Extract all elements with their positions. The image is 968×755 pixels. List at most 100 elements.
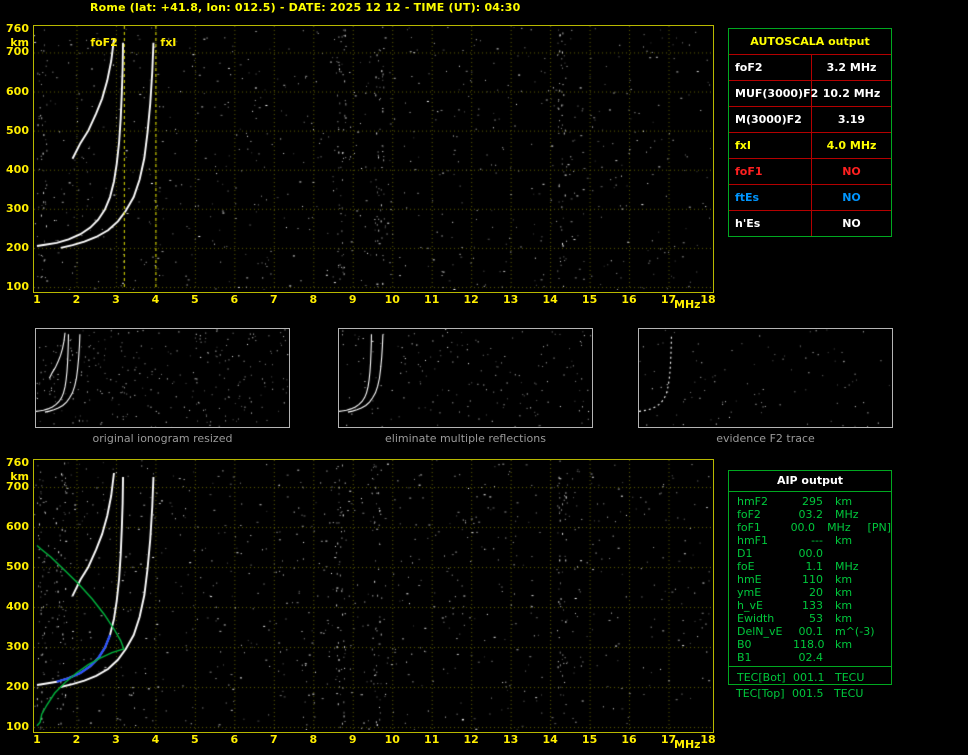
thumbnail-evidence-f2 bbox=[638, 328, 893, 428]
x-axis-tick-label: 5 bbox=[191, 293, 199, 306]
aip-val: 1.1 bbox=[805, 560, 824, 573]
autoscala-row-h'Es: h'Es NO bbox=[729, 211, 891, 236]
aip-tec-bottom-row: TEC[Bot] 001.1 TECU bbox=[729, 666, 891, 685]
autoscala-row-MUF(3000)F2: MUF(3000)F2 10.2 MHz bbox=[729, 81, 891, 107]
aip-tec-top-row: TEC[Top] 001.5 TECU bbox=[728, 687, 890, 700]
aip-unit bbox=[823, 651, 873, 664]
x-axis-tick-label: 12 bbox=[463, 293, 479, 306]
aip-unit: km bbox=[835, 586, 853, 599]
autoscala-row-fxI: fxI 4.0 MHz bbox=[729, 133, 891, 159]
aip-note bbox=[873, 651, 891, 664]
aip-row-ymE: ymE 20 km bbox=[729, 586, 891, 599]
aip-name: foF2 bbox=[737, 508, 761, 521]
aip-name: foF1 bbox=[737, 521, 761, 534]
x-axis-tick-label: 13 bbox=[502, 293, 519, 306]
x-axis-tick-label: 7 bbox=[269, 733, 278, 746]
aip-note bbox=[873, 573, 891, 586]
aip-name: TEC[Bot] bbox=[737, 671, 786, 684]
aip-row-Ewidth: Ewidth 53 km bbox=[729, 612, 891, 625]
autoscala-row-ftEs: ftEs NO bbox=[729, 185, 891, 211]
aip-row-hmF2: hmF2 295 km bbox=[729, 495, 891, 508]
aip-note bbox=[873, 586, 891, 599]
thumbnail-original-canvas bbox=[36, 329, 289, 427]
aip-name: TEC[Top] bbox=[736, 687, 785, 700]
ionogram-bottom-canvas bbox=[34, 460, 711, 730]
aip-note bbox=[873, 599, 891, 612]
aip-name: B0 bbox=[737, 638, 752, 651]
ionogram-bottom-panel bbox=[33, 459, 714, 733]
x-axis-tick-label: 13 bbox=[502, 733, 519, 746]
y-axis-tick-label: 400 bbox=[6, 600, 29, 613]
aip-row-D1: D1 00.0 bbox=[729, 547, 891, 560]
x-axis-tick-label: 9 bbox=[348, 733, 357, 746]
aip-row-TEC[Top]: TEC[Top] 001.5 TECU bbox=[728, 687, 890, 700]
autoscala-param-value: NO bbox=[842, 217, 861, 230]
x-axis-tick-label: 1 bbox=[33, 293, 41, 306]
y-axis-tick-label: 100 bbox=[6, 720, 29, 733]
aip-name: h_vE bbox=[737, 599, 763, 612]
x-axis-unit-label: MHz bbox=[674, 738, 701, 751]
y-axis-tick-label: 300 bbox=[6, 640, 29, 653]
x-axis-tick-label: 14 bbox=[542, 733, 558, 746]
thumbnail-caption-original: original ionogram resized bbox=[92, 432, 233, 445]
aip-note bbox=[873, 547, 891, 560]
thumbnail-caption-eliminate: eliminate multiple reflections bbox=[385, 432, 546, 445]
x-axis-tick-label: 3 bbox=[112, 293, 120, 306]
aip-output-rows: hmF2 295 km foF2 03.2 MHz foF1 00.0 MHz [PN] hmF1-… bbox=[729, 492, 891, 664]
autoscala-row-M(3000)F2: M(3000)F2 3.19 bbox=[729, 107, 891, 133]
autoscala-output-table: AUTOSCALA output foF2 3.2 MHz MUF(3000)F2 1… bbox=[728, 28, 892, 237]
header-title: Rome (lat: +41.8, lon: 012.5) - DATE: 20… bbox=[90, 1, 521, 14]
x-axis-tick-label: 2 bbox=[72, 733, 81, 746]
aip-note bbox=[873, 625, 891, 638]
aip-note bbox=[873, 560, 891, 573]
aip-val: --- bbox=[811, 534, 823, 547]
aip-note bbox=[873, 495, 891, 508]
autoscala-param-value: NO bbox=[842, 191, 861, 204]
aip-row-DelN_vE: DelN_vE 00.1 m^(-3) bbox=[729, 625, 891, 638]
x-axis-tick-label: 16 bbox=[621, 293, 637, 306]
thumbnail-eliminate-canvas bbox=[339, 329, 592, 427]
autoscala-param-label: MUF(3000)F2 bbox=[729, 81, 818, 106]
aip-val: 00.0 bbox=[798, 547, 824, 560]
y-axis-tick-label: 500 bbox=[6, 123, 29, 137]
aip-row-B1: B1 02.4 bbox=[729, 651, 891, 664]
aip-name: Ewidth bbox=[737, 612, 775, 625]
autoscala-output-rows: foF2 3.2 MHz MUF(3000)F2 10.2 MHz M(3000)F2 3… bbox=[729, 55, 891, 236]
ionogram-top-canvas bbox=[34, 26, 711, 290]
y-axis-unit-label: km bbox=[10, 36, 29, 49]
x-axis-tick-label: 5 bbox=[191, 733, 199, 746]
autoscala-param-value: NO bbox=[842, 165, 861, 178]
aip-unit: km bbox=[835, 534, 853, 547]
y-axis-tick-label: 200 bbox=[6, 240, 29, 254]
aip-unit: m^(-3) bbox=[835, 625, 875, 638]
autoscala-output-title: AUTOSCALA output bbox=[729, 29, 891, 55]
x-axis-tick-label: 15 bbox=[581, 733, 598, 746]
marker-label-foF2: foF2 bbox=[90, 36, 118, 49]
aip-row-foF2: foF2 03.2 MHz bbox=[729, 508, 891, 521]
aip-unit: MHz bbox=[827, 521, 851, 534]
y-axis-unit-label: km bbox=[10, 470, 29, 483]
aip-val: 03.2 bbox=[798, 508, 824, 521]
thumbnail-eliminate-reflections bbox=[338, 328, 593, 428]
x-axis-tick-label: 8 bbox=[309, 733, 318, 746]
thumbnail-original-ionogram bbox=[35, 328, 290, 428]
x-axis-unit-label: MHz bbox=[674, 298, 701, 311]
x-axis-tick-label: 14 bbox=[542, 293, 558, 306]
aip-val: 20 bbox=[809, 586, 823, 599]
x-axis-tick-label: 1 bbox=[33, 733, 41, 746]
aip-name: DelN_vE bbox=[737, 625, 783, 638]
aip-name: D1 bbox=[737, 547, 753, 560]
aip-note bbox=[873, 534, 891, 547]
y-axis-tick-label: 600 bbox=[6, 520, 29, 533]
aip-unit: km bbox=[835, 612, 853, 625]
autoscala-screen: Rome (lat: +41.8, lon: 012.5) - DATE: 20… bbox=[0, 0, 968, 755]
aip-val: 133 bbox=[802, 599, 823, 612]
aip-row-foF1: foF1 00.0 MHz [PN] bbox=[729, 521, 891, 534]
aip-unit: km bbox=[835, 495, 853, 508]
autoscala-param-value: 4.0 MHz bbox=[826, 139, 877, 152]
x-axis-tick-label: 15 bbox=[581, 293, 598, 306]
autoscala-param-value: 3.2 MHz bbox=[826, 61, 877, 74]
thumbnail-evidence-canvas bbox=[639, 329, 892, 427]
autoscala-param-label: h'Es bbox=[729, 211, 812, 236]
aip-unit: km bbox=[835, 573, 853, 586]
